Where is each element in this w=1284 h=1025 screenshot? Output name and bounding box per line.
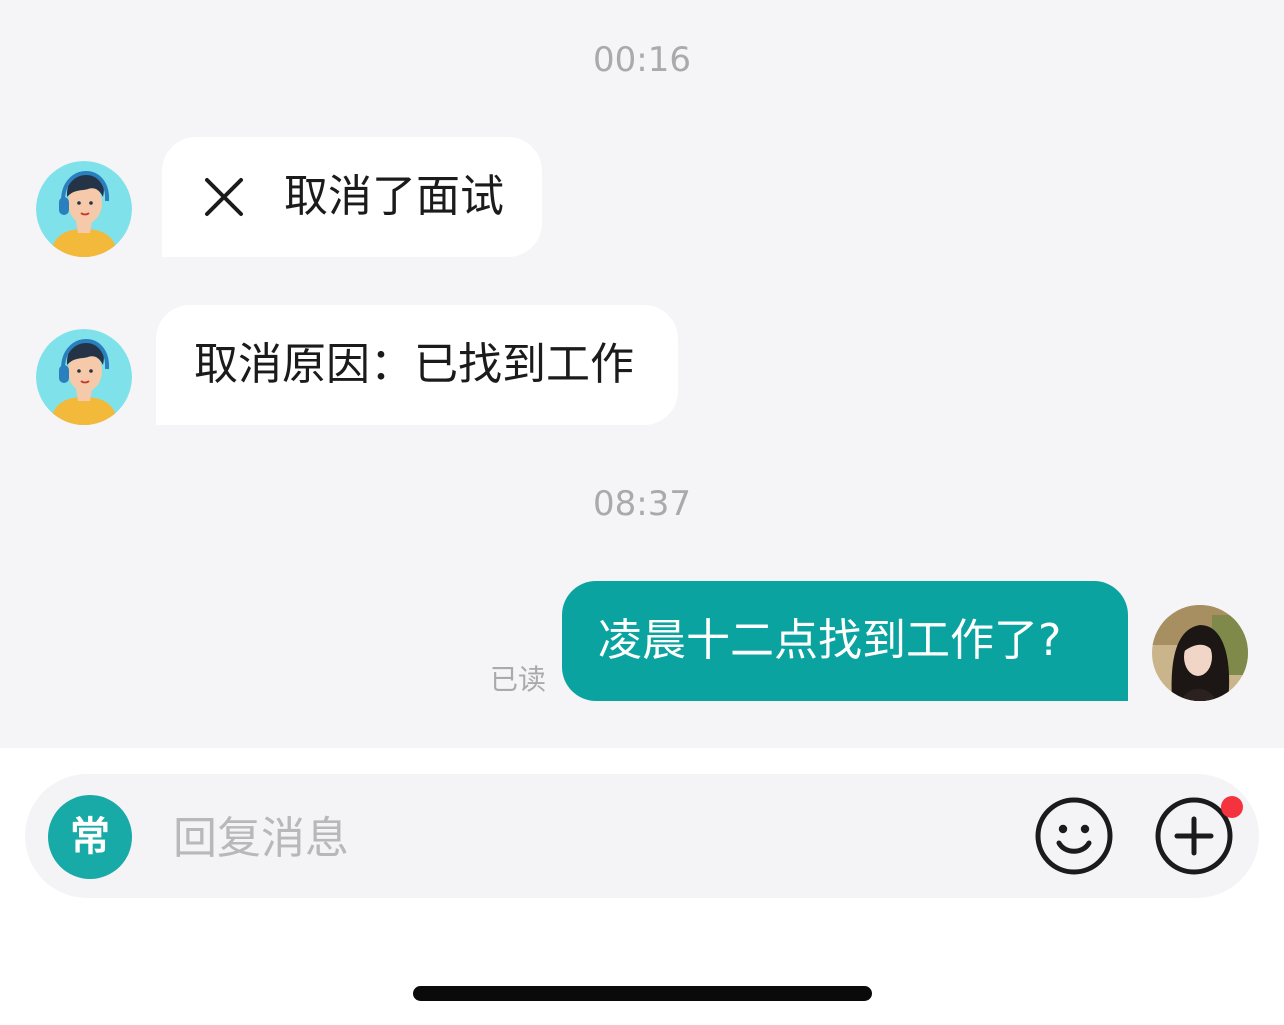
home-indicator[interactable] <box>413 986 872 1001</box>
recruiter-event-bubble[interactable]: 取消了面试 <box>162 137 542 257</box>
timestamp: 08:37 <box>593 484 691 524</box>
read-status: 已读 <box>490 663 547 696</box>
chat-history: 00:16 取消了面试 取消原因：已找到工作 08:37 已读 凌晨十二点找到工… <box>0 0 1284 748</box>
recruiter-event-text: 取消了面试 <box>284 171 504 222</box>
recruiter-avatar[interactable] <box>36 329 132 425</box>
my-message-text: 凌晨十二点找到工作了? <box>598 615 1062 666</box>
common-phrases-button[interactable]: 常 <box>48 795 132 879</box>
recruiter-reason-bubble[interactable]: 取消原因：已找到工作 <box>156 305 678 425</box>
timestamp: 00:16 <box>593 40 691 80</box>
notification-dot <box>1221 796 1243 818</box>
my-avatar[interactable] <box>1152 605 1248 701</box>
smiley-icon[interactable] <box>1034 796 1114 876</box>
recruiter-avatar[interactable] <box>36 161 132 257</box>
close-icon <box>205 178 243 216</box>
recruiter-reason-text: 取消原因：已找到工作 <box>194 339 634 390</box>
my-message-bubble[interactable]: 凌晨十二点找到工作了? <box>562 581 1128 701</box>
message-input-bar: 常 <box>25 774 1259 898</box>
reply-input[interactable] <box>173 798 993 878</box>
